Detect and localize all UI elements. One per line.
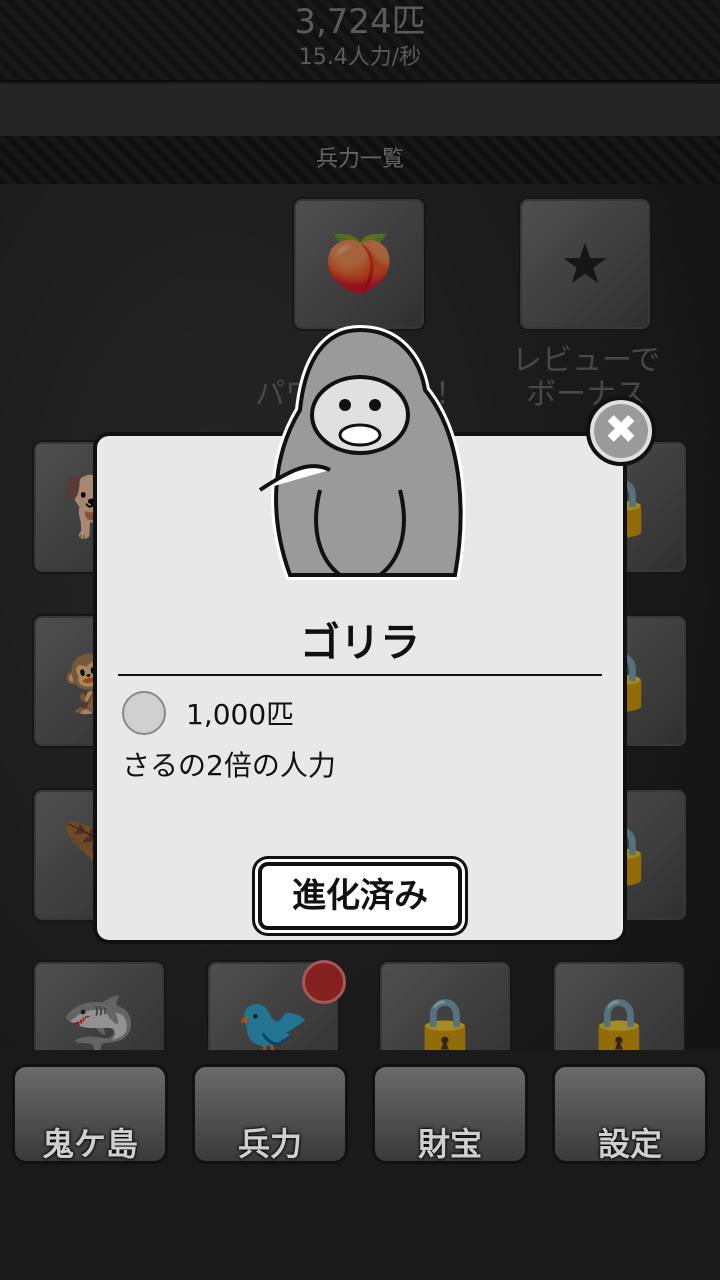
nav-label: 財宝 (417, 1125, 482, 1163)
nav-onigashima[interactable]: 鬼ケ島 (12, 1064, 168, 1164)
nav-zaihou[interactable]: 財宝 (372, 1064, 528, 1164)
close-button[interactable]: ✖ (586, 396, 656, 466)
monkey-face-icon (122, 691, 166, 735)
nav-label: 設定 (597, 1125, 662, 1163)
close-icon: ✖ (604, 407, 638, 453)
nav-heiryoku[interactable]: 兵力 (192, 1064, 348, 1164)
evolved-button[interactable]: 進化済み (258, 862, 462, 930)
nav-label: 兵力 (237, 1125, 302, 1163)
unit-description: さるの2倍の人力 (122, 749, 336, 782)
nav-label: 鬼ケ島 (41, 1125, 138, 1163)
nav-settings[interactable]: 設定 (552, 1064, 708, 1164)
unit-cost: 1,000匹 (186, 698, 295, 731)
gorilla-icon (258, 324, 466, 580)
unit-name: ゴリラ (300, 620, 420, 666)
cost-row: 1,000匹 (122, 690, 294, 736)
divider (118, 674, 602, 676)
